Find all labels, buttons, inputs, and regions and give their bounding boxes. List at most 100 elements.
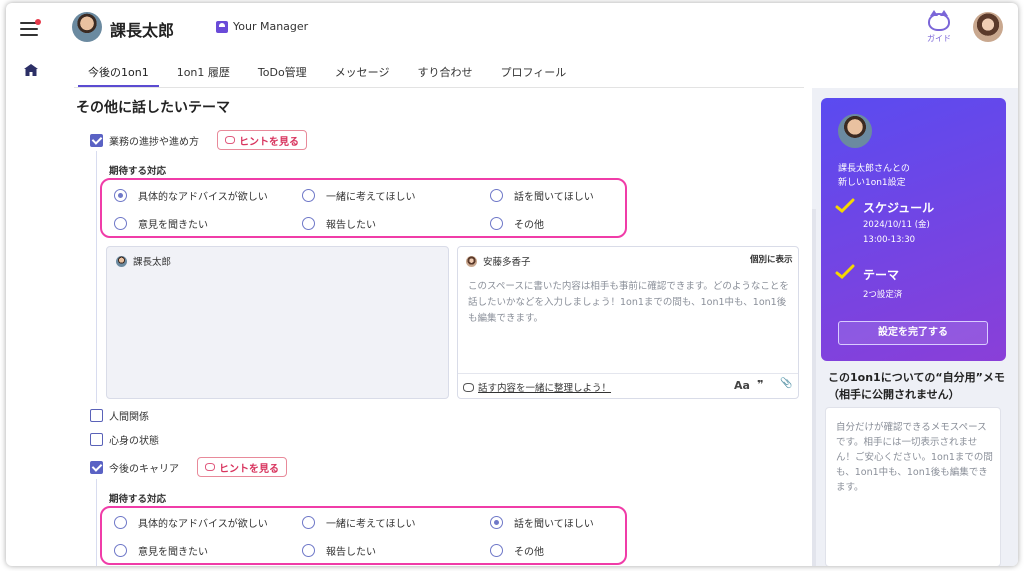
radio-think-together[interactable]: 一緒に考えてほしい [302, 515, 416, 530]
theme-status: 2つ設定済 [863, 290, 903, 300]
text-format-icon[interactable]: Aa [734, 379, 750, 392]
expected-response-label: 期待する対応 [109, 494, 167, 505]
radio-unselected[interactable] [302, 516, 315, 529]
radio-other[interactable]: その他 [490, 216, 544, 231]
memo-placeholder: このスペースに書いた内容は相手も事前に確認できます。どのようなことを話したいかな… [468, 281, 789, 324]
attachment-icon[interactable]: 📎 [780, 378, 792, 389]
radio-label: 具体的なアドバイスが欲しい [138, 192, 268, 203]
theme-label: 業務の進捗や進め方 [109, 137, 199, 148]
radio-think-together[interactable]: 一緒に考えてほしい [302, 188, 416, 203]
theme-checkbox-relationships[interactable]: 人間関係 [90, 408, 149, 423]
quote-icon[interactable]: ❞ [757, 378, 763, 391]
checkbox-unchecked[interactable] [90, 433, 103, 446]
theme-label: 心身の状態 [109, 436, 159, 447]
setup-line-1: 課長太郎さんとの [838, 164, 910, 174]
hamburger-icon[interactable] [20, 19, 41, 36]
radio-opinion[interactable]: 意見を聞きたい [114, 543, 208, 558]
radio-unselected[interactable] [302, 544, 315, 557]
radio-other[interactable]: その他 [490, 543, 544, 558]
guide-label: ガイド [927, 34, 951, 43]
memo-author-name: 課長太郎 [133, 257, 172, 268]
checkbox-checked[interactable] [90, 134, 103, 147]
memo-author-tab: 課長太郎 [116, 254, 171, 268]
manager-badge: Your Manager [216, 20, 308, 33]
radio-label: 一緒に考えてほしい [326, 192, 416, 203]
radio-selected[interactable] [114, 189, 127, 202]
tab-divider [74, 87, 804, 88]
radio-advice[interactable]: 具体的なアドバイスが欲しい [114, 515, 268, 530]
scrollbar[interactable] [812, 209, 816, 566]
radio-unselected[interactable] [302, 217, 315, 230]
tab-bar: 今後の1on1 1on1 履歴 ToDo管理 メッセージ すり合わせ プロフィー… [74, 55, 580, 87]
tab-alignment[interactable]: すり合わせ [403, 55, 486, 87]
radio-opinion[interactable]: 意見を聞きたい [114, 216, 208, 231]
radio-label: 話を聞いてほしい [514, 192, 594, 203]
manager-avatar [838, 114, 872, 148]
home-icon[interactable] [24, 64, 38, 76]
checkbox-checked[interactable] [90, 461, 103, 474]
radio-label: 報告したい [326, 547, 376, 558]
hint-button-label: ヒントを見る [239, 136, 299, 148]
radio-unselected[interactable] [114, 217, 127, 230]
theme-checkbox-career[interactable]: 今後のキャリア [90, 460, 179, 475]
schedule-time: 13:00-13:30 [863, 235, 916, 245]
tab-messages[interactable]: メッセージ [321, 55, 404, 87]
theme-checkbox-wellbeing[interactable]: 心身の状態 [90, 432, 159, 447]
indent-line [96, 479, 97, 566]
cat-guide-icon [928, 10, 950, 31]
indent-line [96, 151, 97, 403]
memo-author-name: 安藤多香子 [483, 257, 531, 268]
tab-upcoming-1on1[interactable]: 今後の1on1 [74, 55, 163, 87]
radio-unselected[interactable] [490, 544, 503, 557]
theme-checkbox-progress[interactable]: 業務の進捗や進め方 [90, 133, 199, 148]
account-avatar[interactable] [973, 12, 1003, 42]
radio-unselected[interactable] [490, 217, 503, 230]
person-icon [216, 20, 228, 33]
self-memo-title: この1on1についての“自分用”メモ（相手に公開されません） [828, 371, 1005, 401]
tab-1on1-history[interactable]: 1on1 履歴 [163, 55, 244, 87]
app-window: 課長太郎 Your Manager ガイド 今後の1on1 1on1 履歴 To… [6, 3, 1018, 566]
radio-label: 報告したい [326, 220, 376, 231]
checkbox-unchecked[interactable] [90, 409, 103, 422]
memo-toolbar-divider [458, 373, 798, 374]
radio-label: その他 [514, 547, 544, 558]
hint-button[interactable]: ヒントを見る [217, 130, 307, 150]
complete-setup-button[interactable]: 設定を完了する [838, 321, 988, 345]
user-name: 課長太郎 [110, 21, 175, 40]
radio-advice[interactable]: 具体的なアドバイスが欲しい [114, 188, 268, 203]
section-title: その他に話したいテーマ [76, 100, 230, 116]
radio-listen[interactable]: 話を聞いてほしい [490, 515, 594, 530]
individual-view-toggle[interactable]: 個別に表示 [750, 253, 793, 265]
guide-button[interactable]: ガイド [924, 10, 954, 44]
theme-label: 今後のキャリア [109, 464, 179, 475]
schedule-title: スケジュール [863, 201, 935, 215]
radio-report[interactable]: 報告したい [302, 216, 376, 231]
radio-label: 一緒に考えてほしい [326, 519, 416, 530]
check-mark-icon [835, 264, 855, 280]
radio-listen[interactable]: 話を聞いてほしい [490, 188, 594, 203]
radio-unselected[interactable] [302, 189, 315, 202]
radio-label: 話を聞いてほしい [514, 519, 594, 530]
organize-content-link[interactable]: 話す内容を一緒に整理しよう！ [463, 380, 611, 394]
memo-author-tab: 安藤多香子 [466, 254, 531, 268]
self-memo-box[interactable]: 自分だけが確認できるメモスペースです。相手には一切表示されません！ご安心ください… [825, 407, 1001, 566]
radio-unselected[interactable] [490, 189, 503, 202]
manager-badge-label: Your Manager [233, 20, 309, 33]
tab-profile[interactable]: プロフィール [486, 55, 580, 87]
radio-unselected[interactable] [114, 544, 127, 557]
author-avatar [466, 255, 477, 267]
setup-line-2: 新しい1on1設定 [838, 178, 906, 188]
manager-memo-box[interactable] [106, 246, 449, 399]
cat-icon [205, 463, 215, 471]
user-avatar [72, 12, 102, 42]
radio-label: その他 [514, 220, 544, 231]
author-avatar [116, 255, 127, 267]
radio-selected[interactable] [490, 516, 503, 529]
hint-button[interactable]: ヒントを見る [197, 457, 287, 477]
notification-dot [35, 19, 41, 25]
expected-response-label: 期待する対応 [109, 166, 167, 177]
radio-report[interactable]: 報告したい [302, 543, 376, 558]
radio-unselected[interactable] [114, 516, 127, 529]
setup-summary-card: 課長太郎さんとの 新しい1on1設定 スケジュール 2024/10/11 (金)… [821, 98, 1006, 361]
tab-todo[interactable]: ToDo管理 [244, 55, 321, 87]
